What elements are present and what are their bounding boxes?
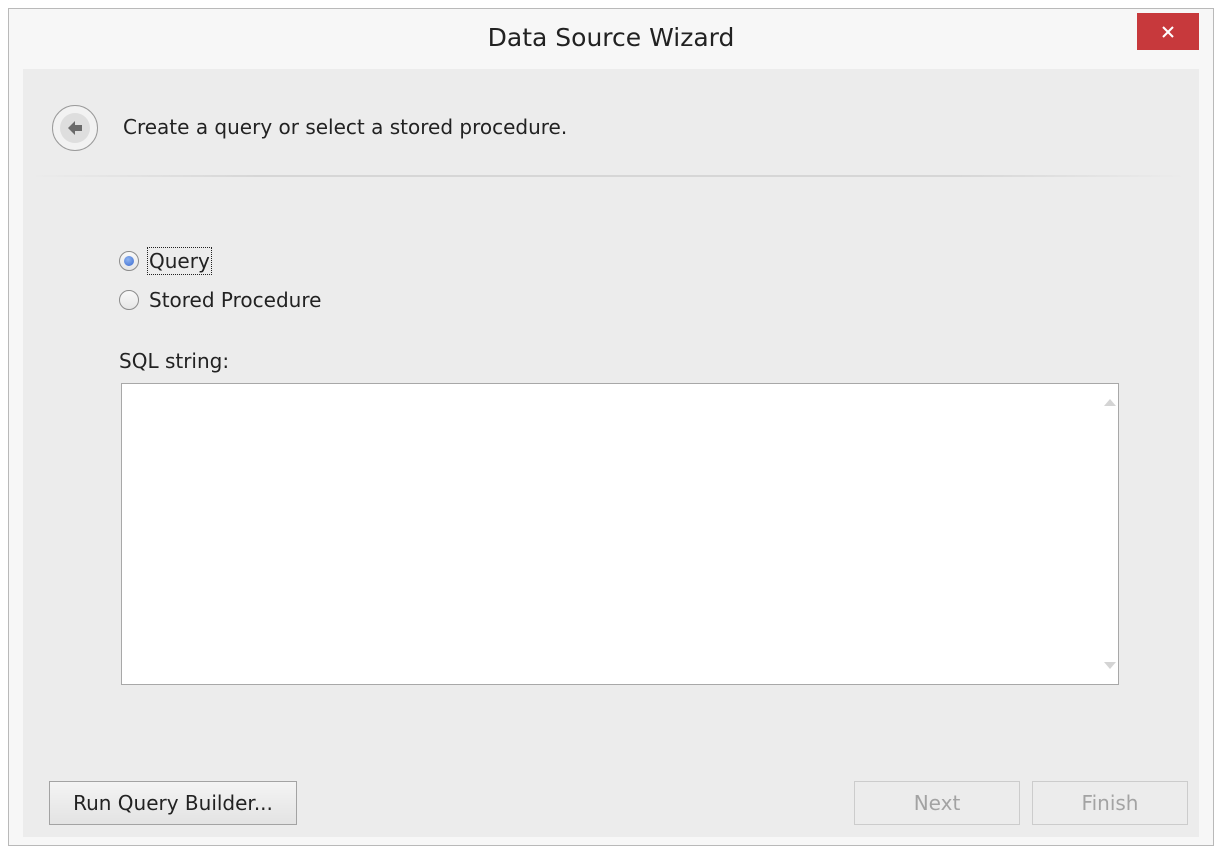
back-button[interactable] bbox=[52, 105, 98, 151]
query-option[interactable]: Query bbox=[119, 247, 212, 275]
sql-scrollbar[interactable] bbox=[1101, 383, 1119, 685]
header-separator bbox=[29, 175, 1187, 177]
stored-procedure-option[interactable]: Stored Procedure bbox=[119, 288, 321, 312]
page-instruction: Create a query or select a stored proced… bbox=[123, 115, 568, 139]
window-title: Data Source Wizard bbox=[487, 23, 735, 52]
wizard-content: Create a query or select a stored proced… bbox=[23, 69, 1199, 837]
back-arrow-icon bbox=[60, 113, 90, 143]
next-button[interactable]: Next bbox=[854, 781, 1020, 825]
query-radio[interactable] bbox=[119, 251, 139, 271]
stored-procedure-radio[interactable] bbox=[119, 290, 139, 310]
scroll-down-arrow-icon[interactable] bbox=[1104, 662, 1116, 669]
finish-button[interactable]: Finish bbox=[1032, 781, 1188, 825]
close-icon bbox=[1162, 25, 1174, 38]
wizard-window: Data Source Wizard Create a query or sel… bbox=[8, 8, 1214, 846]
sql-string-textarea[interactable] bbox=[121, 383, 1119, 685]
run-query-builder-button[interactable]: Run Query Builder... bbox=[49, 781, 297, 825]
sql-string-label: SQL string: bbox=[119, 349, 230, 373]
stored-procedure-radio-label[interactable]: Stored Procedure bbox=[149, 288, 321, 312]
radio-selected-dot bbox=[124, 256, 134, 266]
title-bar: Data Source Wizard bbox=[9, 9, 1213, 69]
wizard-header: Create a query or select a stored proced… bbox=[23, 69, 1199, 169]
close-button[interactable] bbox=[1137, 13, 1199, 50]
query-radio-label[interactable]: Query bbox=[147, 247, 212, 275]
scroll-up-arrow-icon[interactable] bbox=[1104, 399, 1116, 406]
